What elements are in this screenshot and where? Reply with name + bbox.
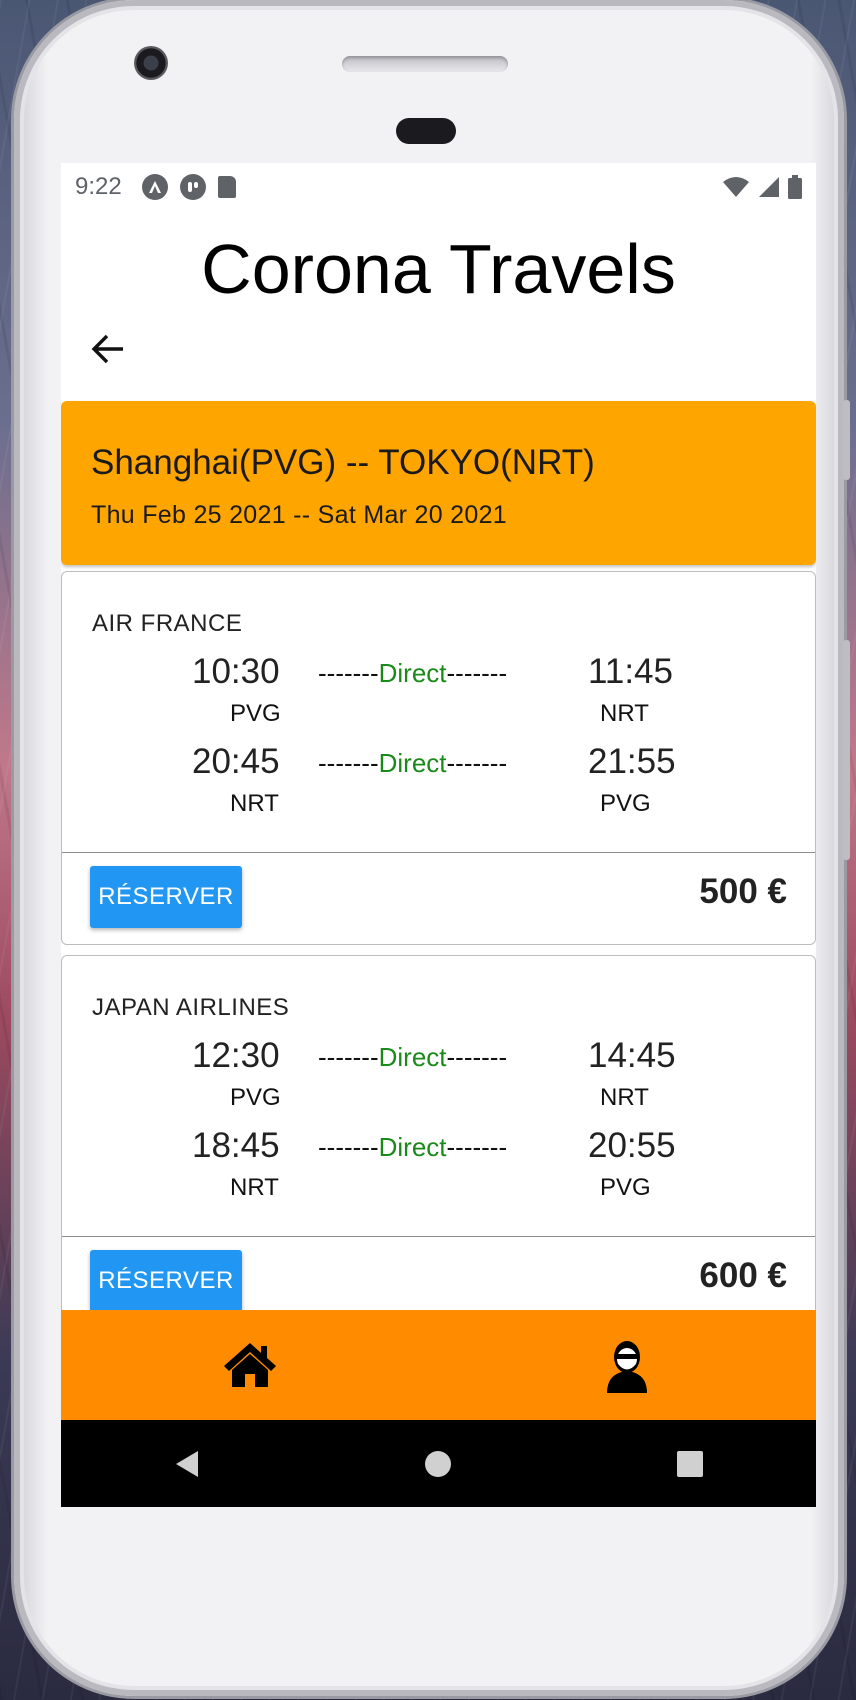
circle-home-icon (425, 1450, 452, 1477)
direct-label: Direct (378, 1132, 447, 1162)
route-title: Shanghai(PVG) -- TOKYO(NRT) (91, 443, 595, 482)
departure-time: 18:45 (192, 1126, 280, 1165)
arrival-time: 14:45 (588, 1036, 676, 1075)
direct-label: Direct (378, 748, 447, 778)
dash-left: ------- (318, 1132, 379, 1162)
dash-left: ------- (318, 658, 379, 688)
top-speaker-grille (342, 56, 508, 72)
reserve-button[interactable]: RÉSERVER (90, 866, 242, 928)
dash-right: ------- (446, 1132, 508, 1162)
flight-price: 600 € (699, 1256, 787, 1295)
route-summary-card: Shanghai(PVG) -- TOKYO(NRT) Thu Feb 25 2… (61, 401, 816, 565)
flight-leg-outbound: 10:30 PVG -------Direct------- 11:45 NRT (62, 652, 815, 742)
departure-airport: NRT (230, 1174, 279, 1201)
arrival-airport: PVG (600, 790, 651, 817)
flight-leg-outbound: 12:30 PVG -------Direct------- 14:45 NRT (62, 1036, 815, 1126)
notification-app-icon (179, 174, 206, 200)
nav-home[interactable] (61, 1310, 439, 1420)
status-bar: 9:22 (61, 163, 816, 211)
departure-time: 10:30 (192, 652, 280, 691)
flight-leg-return: 18:45 NRT -------Direct------- 20:55 PVG (62, 1126, 815, 1216)
airline-name: JAPAN AIRLINES (92, 994, 290, 1021)
battery-icon (788, 175, 802, 199)
power-button (843, 640, 850, 860)
route-dates: Thu Feb 25 2021 -- Sat Mar 20 2021 (91, 501, 507, 529)
reserve-button[interactable]: RÉSERVER (90, 1250, 242, 1312)
square-recents-icon (677, 1450, 704, 1477)
notification-a-icon (141, 174, 168, 200)
user-avatar-icon (607, 1341, 648, 1393)
system-back-button[interactable] (157, 1434, 217, 1494)
flight-leg-return: 20:45 NRT -------Direct------- 21:55 PVG (62, 742, 815, 832)
flight-path-indicator: -------Direct------- (318, 748, 507, 779)
flight-price: 500 € (699, 872, 787, 911)
departure-time: 12:30 (192, 1036, 280, 1075)
departure-airport: NRT (230, 790, 279, 817)
card-divider (62, 852, 815, 853)
dash-right: ------- (446, 748, 508, 778)
system-navigation-bar (61, 1420, 816, 1507)
card-divider (62, 1236, 815, 1237)
wifi-icon (723, 177, 749, 197)
departure-airport: PVG (230, 700, 281, 727)
system-recents-button[interactable] (660, 1434, 720, 1494)
dash-left: ------- (318, 748, 379, 778)
triangle-back-icon (175, 1450, 198, 1477)
front-camera (134, 46, 168, 80)
arrival-airport: NRT (600, 700, 649, 727)
flight-card: JAPAN AIRLINES 12:30 PVG -------Direct--… (61, 955, 816, 1329)
app-screen: 9:22 Corona Travels Shanghai(PVG) -- TOK… (61, 163, 816, 1507)
direct-label: Direct (378, 1042, 447, 1072)
sd-card-icon (217, 176, 236, 198)
volume-button (843, 400, 850, 480)
airline-name: AIR FRANCE (92, 610, 243, 637)
flight-path-indicator: -------Direct------- (318, 658, 507, 689)
status-time: 9:22 (75, 173, 122, 200)
flight-path-indicator: -------Direct------- (318, 1132, 507, 1163)
back-button[interactable] (87, 329, 127, 369)
flight-path-indicator: -------Direct------- (318, 1042, 507, 1073)
back-arrow-icon (91, 334, 123, 364)
arrival-time: 21:55 (588, 742, 676, 781)
arrival-airport: PVG (600, 1174, 651, 1201)
app-title: Corona Travels (201, 230, 676, 308)
dash-left: ------- (318, 1042, 379, 1072)
dash-right: ------- (446, 1042, 508, 1072)
cell-signal-icon (759, 177, 779, 197)
earpiece (396, 118, 456, 144)
departure-time: 20:45 (192, 742, 280, 781)
dash-right: ------- (446, 658, 508, 688)
arrival-time: 20:55 (588, 1126, 676, 1165)
bottom-navigation (61, 1310, 816, 1420)
departure-airport: PVG (230, 1084, 281, 1111)
flight-card: AIR FRANCE 10:30 PVG -------Direct------… (61, 571, 816, 945)
arrival-airport: NRT (600, 1084, 649, 1111)
direct-label: Direct (378, 658, 447, 688)
phone-frame: 9:22 Corona Travels Shanghai(PVG) -- TOK… (14, 0, 850, 1696)
home-icon (223, 1343, 276, 1387)
arrival-time: 11:45 (588, 652, 673, 691)
nav-profile[interactable] (439, 1310, 817, 1420)
system-home-button[interactable] (408, 1434, 468, 1494)
